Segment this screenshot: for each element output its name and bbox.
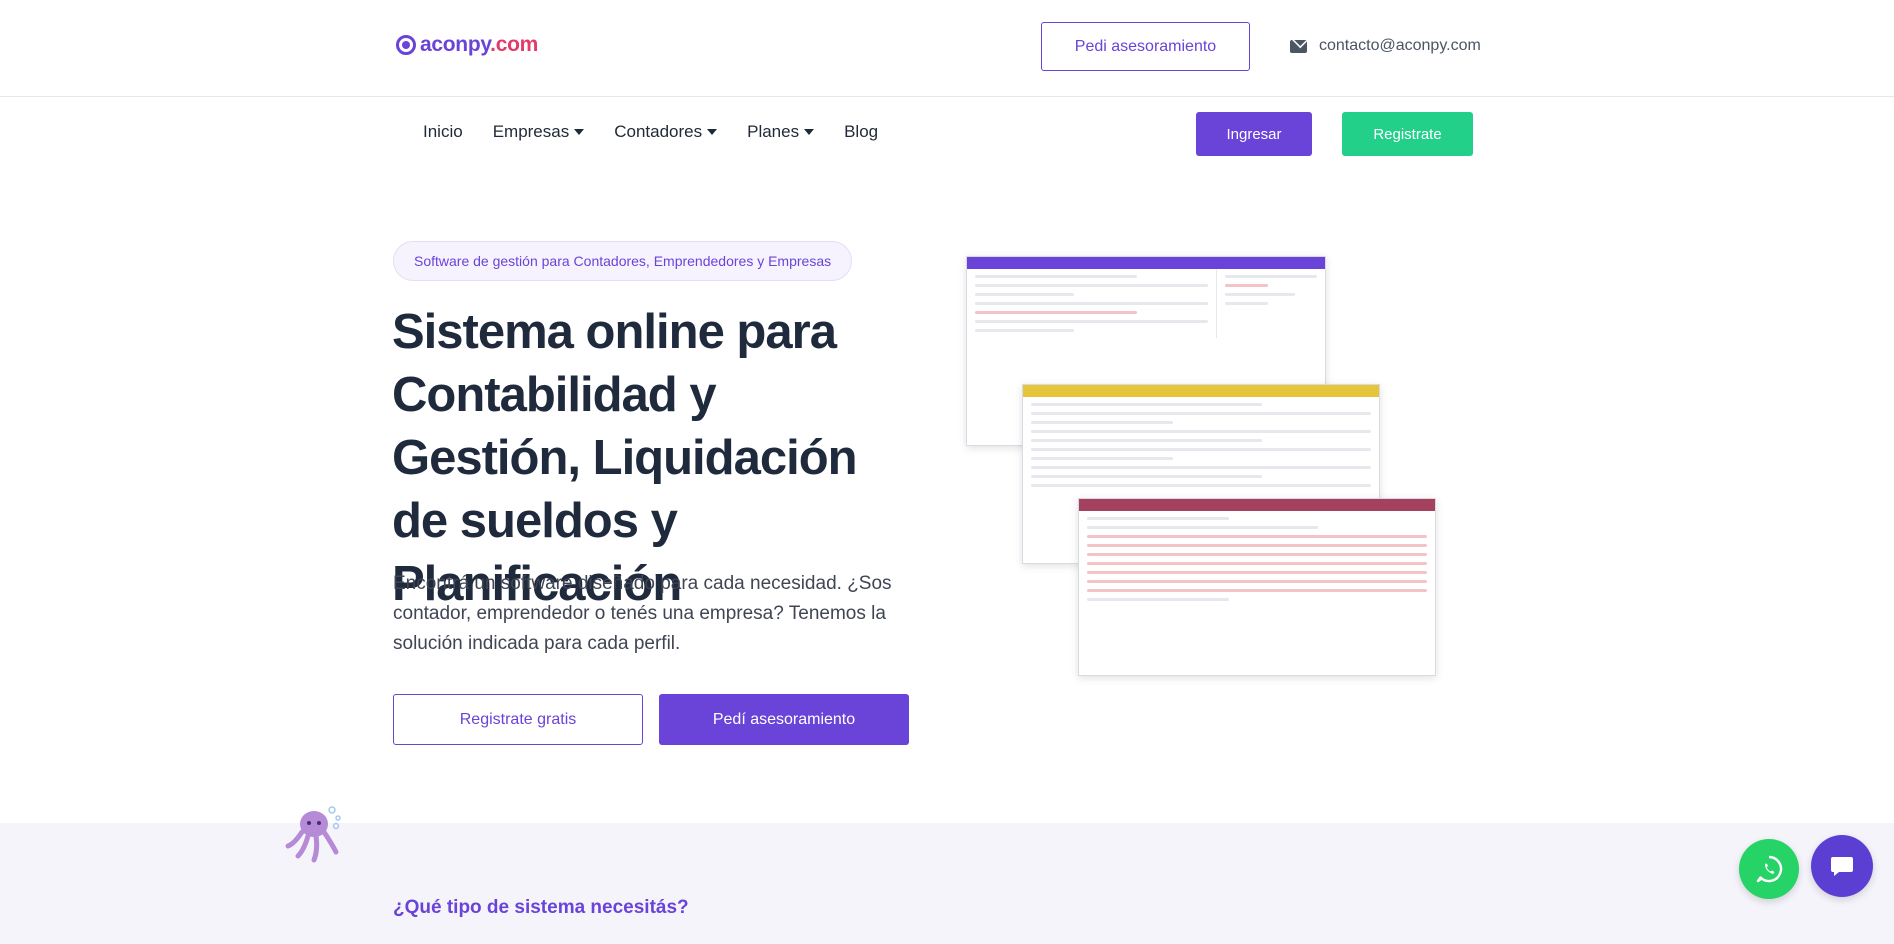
octopus-mascot-icon (285, 806, 341, 863)
login-button[interactable]: Ingresar (1196, 112, 1312, 156)
logo-text: aconpy.com (420, 33, 538, 56)
contact-link[interactable]: contacto@aconpy.com (1290, 37, 1481, 55)
register-button[interactable]: Registrate (1342, 112, 1473, 156)
hero-pill: Software de gestión para Contadores, Emp… (393, 241, 853, 281)
hero-description: Encontrá un software diseñado para cada … (393, 573, 892, 654)
advice-button[interactable]: Pedí asesoramiento (659, 694, 909, 745)
section-question: ¿Qué tipo de sistema necesitás? (393, 897, 689, 918)
chat-button[interactable] (1811, 835, 1873, 897)
mail-icon (1290, 39, 1307, 53)
sales-screen (1078, 498, 1436, 676)
logo[interactable]: aconpy.com (396, 33, 538, 57)
whatsapp-icon (1756, 855, 1783, 883)
whatsapp-button[interactable] (1739, 839, 1799, 899)
caret-down-icon (707, 129, 718, 135)
logo-at-icon (396, 35, 416, 55)
nav-item-planes[interactable]: Planes (747, 122, 815, 142)
caret-down-icon (804, 129, 815, 135)
advice-button-top[interactable]: Pedi asesoramiento (1041, 22, 1250, 71)
top-bar: aconpy.com Pedi asesoramiento contacto@a… (0, 0, 1894, 97)
app-screenshots-image (966, 256, 1436, 676)
nav-item-contadores[interactable]: Contadores (614, 122, 718, 142)
nav-item-blog[interactable]: Blog (844, 122, 878, 142)
nav-item-empresas[interactable]: Empresas (493, 122, 585, 142)
main-nav: Inicio Empresas Contadores Planes Blog (423, 122, 878, 142)
caret-down-icon (574, 129, 585, 135)
register-free-button[interactable]: Registrate gratis (393, 694, 643, 745)
contact-email: contacto@aconpy.com (1319, 37, 1481, 54)
nav-item-inicio[interactable]: Inicio (423, 122, 463, 142)
chat-bubble-icon (1831, 857, 1853, 876)
